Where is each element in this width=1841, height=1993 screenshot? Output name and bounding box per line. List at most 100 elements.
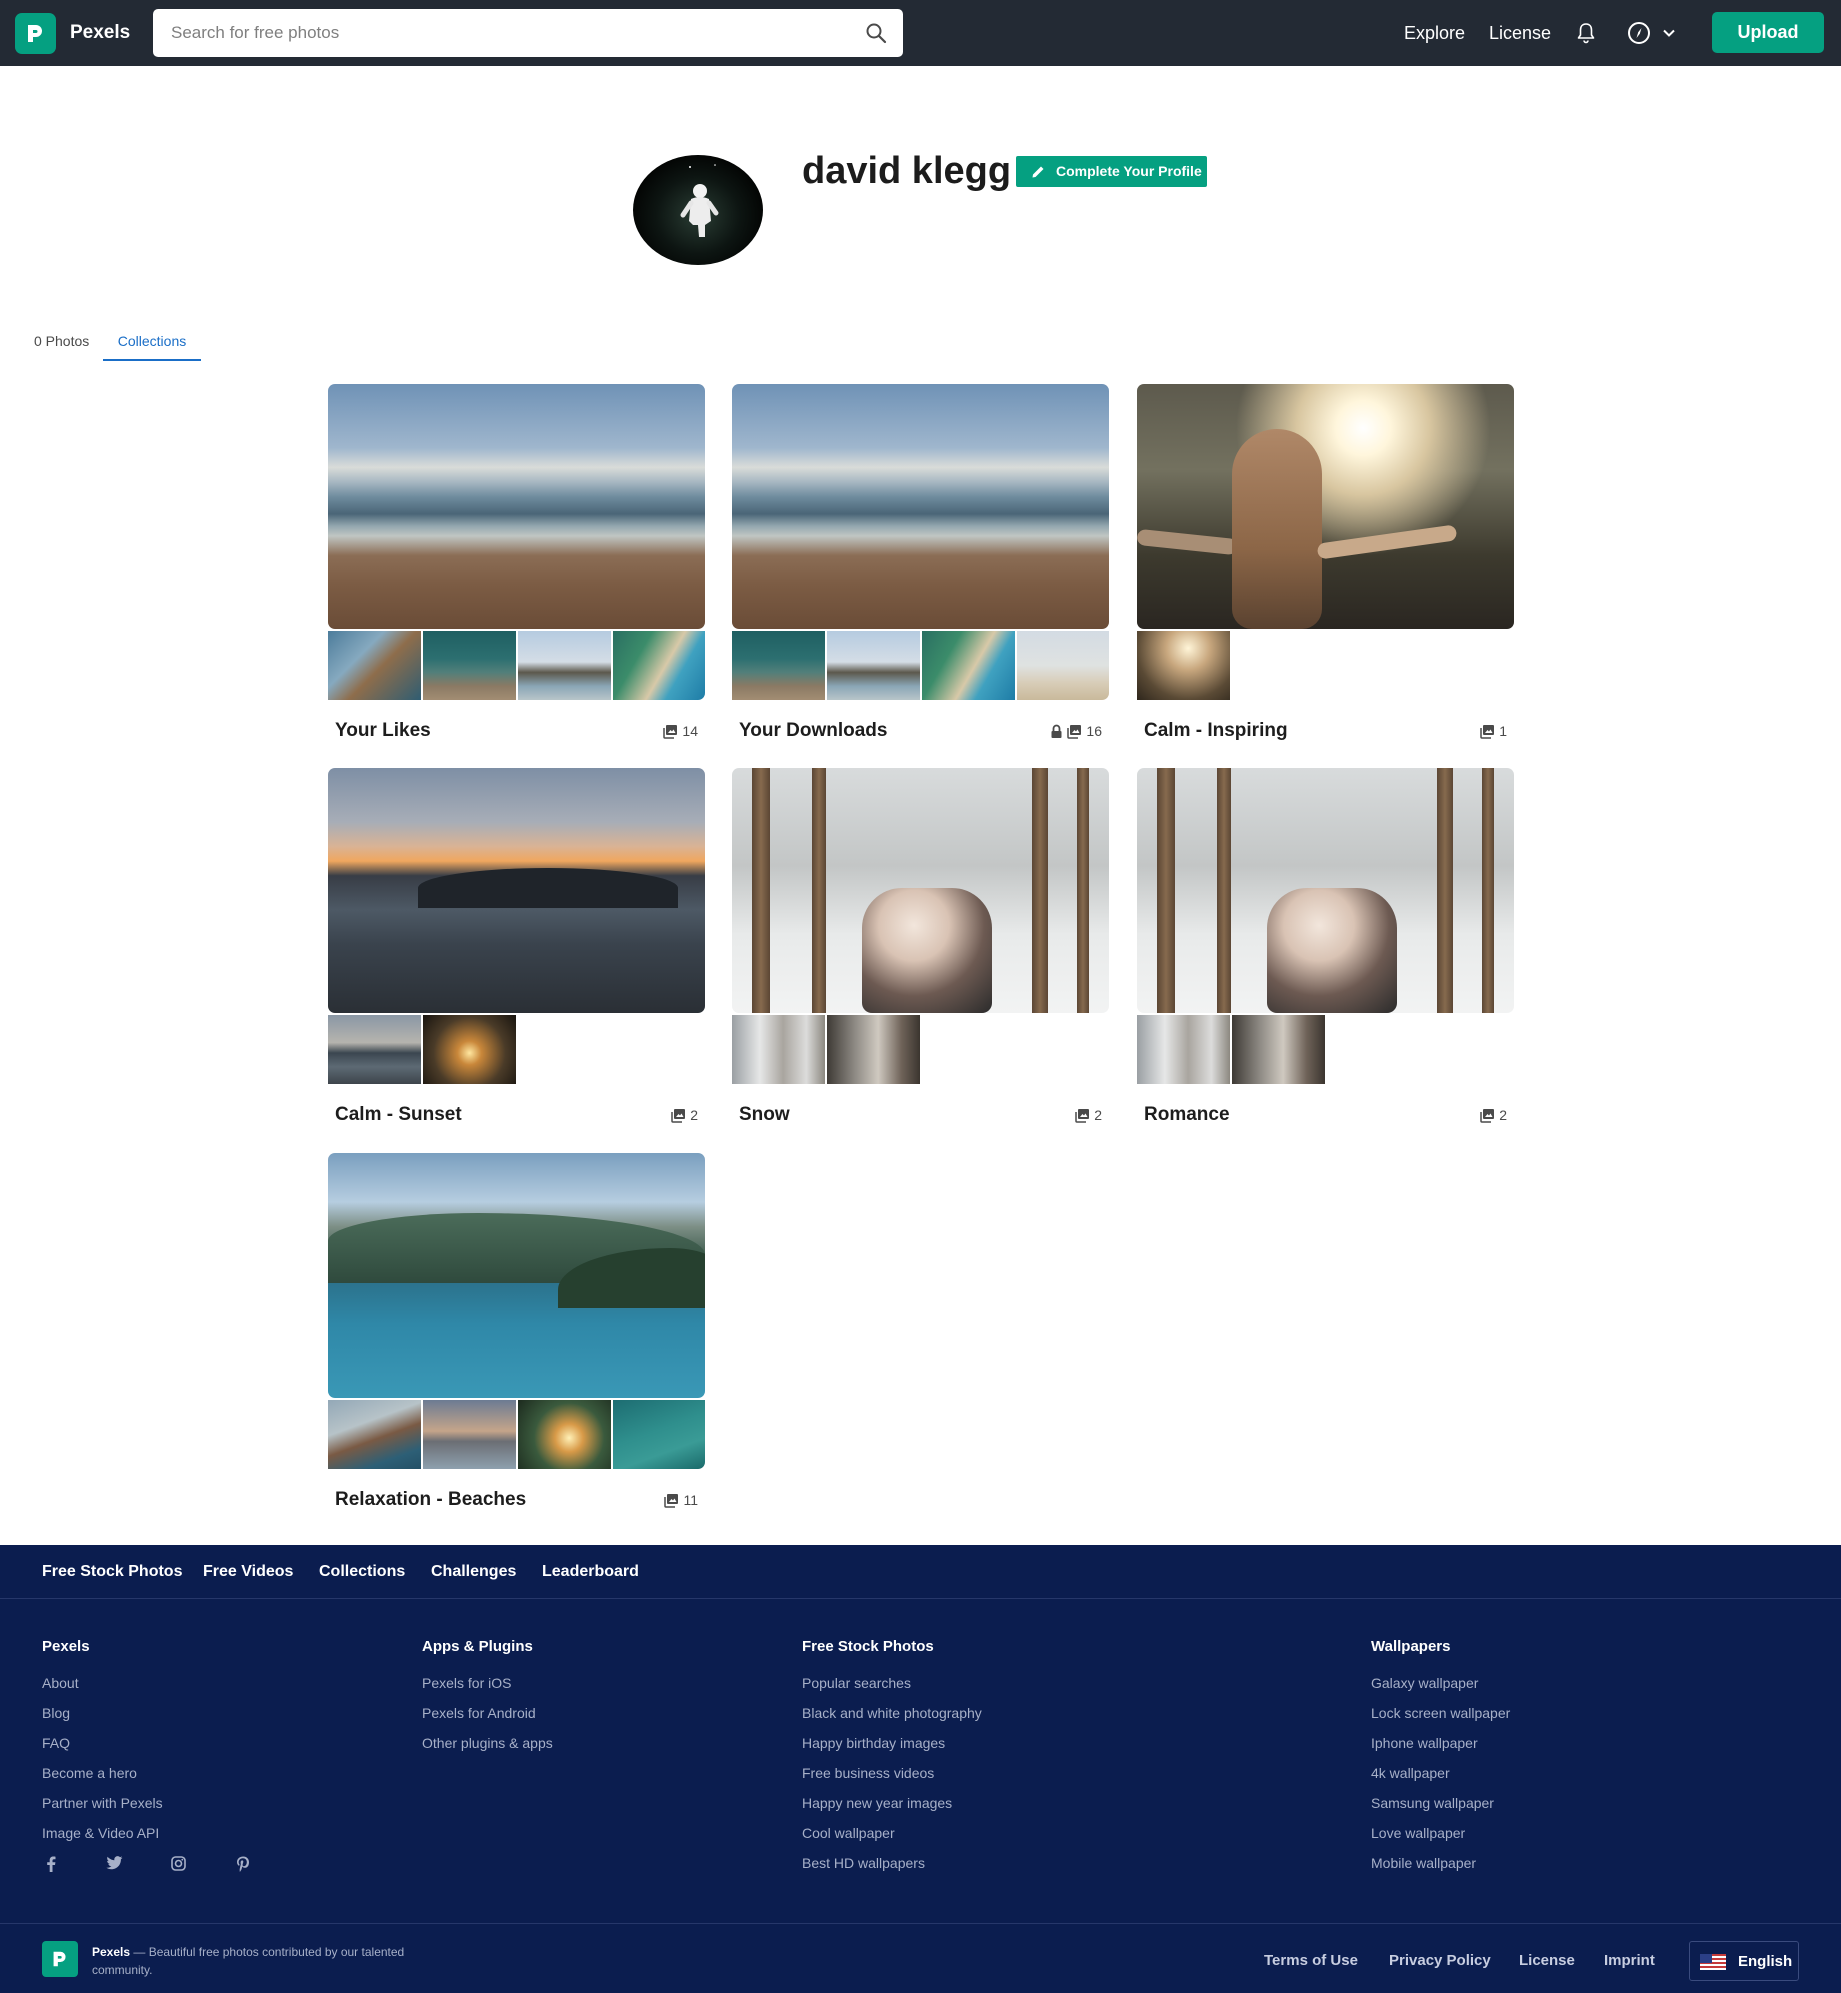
collection-thumbnails [328, 631, 705, 700]
imprint-link[interactable]: Imprint [1604, 1952, 1655, 1969]
collection-thumbnail[interactable] [328, 1400, 421, 1469]
collection-cover-image[interactable] [732, 768, 1109, 1013]
collection-thumbnails [732, 1015, 1109, 1084]
language-label: English [1738, 1953, 1793, 1970]
footer-link[interactable]: Partner with Pexels [42, 1788, 163, 1818]
pinterest-icon[interactable] [236, 1856, 250, 1878]
nav-explore-link[interactable]: Explore [1404, 23, 1465, 44]
footer-link[interactable]: Image & Video API [42, 1818, 163, 1848]
collection-thumbnail[interactable] [328, 1015, 421, 1084]
footer-column-free-stock-photos: Free Stock Photos Popular searches Black… [802, 1638, 982, 1878]
footer-tagline-brand[interactable]: Pexels [92, 1945, 130, 1959]
footer-link[interactable]: About [42, 1668, 163, 1698]
terms-of-use-link[interactable]: Terms of Use [1264, 1952, 1358, 1969]
footer-link[interactable]: Mobile wallpaper [1371, 1848, 1510, 1878]
footer-link[interactable]: Happy birthday images [802, 1728, 982, 1758]
collection-thumbnails [1137, 1015, 1514, 1084]
license-link[interactable]: License [1519, 1952, 1575, 1969]
collection-title[interactable]: Romance [1144, 1104, 1230, 1126]
collection-count: 2 [671, 1107, 698, 1123]
brand-name[interactable]: Pexels [70, 22, 130, 44]
collection-cover-image[interactable] [328, 1153, 705, 1398]
footer-link[interactable]: Lock screen wallpaper [1371, 1698, 1510, 1728]
collection-thumbnail[interactable] [732, 1015, 825, 1084]
search-input[interactable] [153, 9, 843, 57]
footer-nav-leaderboard[interactable]: Leaderboard [542, 1563, 639, 1581]
collection-thumbnail[interactable] [328, 631, 421, 700]
collection-thumbnail[interactable] [1017, 631, 1109, 700]
collection-thumbnail[interactable] [423, 631, 516, 700]
footer-link[interactable]: Black and white photography [802, 1698, 982, 1728]
collection-thumbnail[interactable] [613, 631, 705, 700]
footer-link[interactable]: Blog [42, 1698, 163, 1728]
footer-link[interactable]: Happy new year images [802, 1788, 982, 1818]
collection-title[interactable]: Your Downloads [739, 720, 887, 742]
nav-license-link[interactable]: License [1489, 23, 1551, 44]
collection-thumbnail[interactable] [827, 631, 920, 700]
footer-nav-free-stock-photos[interactable]: Free Stock Photos [42, 1563, 182, 1581]
footer-column-heading: Wallpapers [1371, 1638, 1451, 1655]
footer-link[interactable]: Best HD wallpapers [802, 1848, 982, 1878]
collection-thumbnail[interactable] [518, 631, 611, 700]
photos-icon [1075, 1108, 1090, 1123]
footer-link[interactable]: Pexels for Android [422, 1698, 553, 1728]
collection-thumbnail[interactable] [732, 631, 825, 700]
collection-thumbnail[interactable] [827, 1015, 920, 1084]
complete-profile-button[interactable]: Complete Your Profile [1016, 156, 1207, 187]
footer-link[interactable]: Popular searches [802, 1668, 982, 1698]
footer-link[interactable]: Iphone wallpaper [1371, 1728, 1510, 1758]
collection-cover-image[interactable] [1137, 768, 1514, 1013]
collection-cover-image[interactable] [1137, 384, 1514, 629]
footer-link[interactable]: Become a hero [42, 1758, 163, 1788]
footer-link[interactable]: Pexels for iOS [422, 1668, 553, 1698]
collection-cover-image[interactable] [732, 384, 1109, 629]
search-bar [153, 9, 903, 57]
footer-link[interactable]: 4k wallpaper [1371, 1758, 1510, 1788]
tab-collections[interactable]: Collections [103, 333, 201, 361]
footer-column-pexels: Pexels About Blog FAQ Become a hero Part… [42, 1638, 163, 1848]
footer-nav-challenges[interactable]: Challenges [431, 1563, 516, 1581]
pexels-logo-icon[interactable] [42, 1941, 78, 1977]
search-icon[interactable] [865, 22, 887, 49]
collection-title[interactable]: Your Likes [335, 720, 431, 742]
collection-title[interactable]: Calm - Sunset [335, 1104, 462, 1126]
collection-thumbnail[interactable] [423, 1015, 516, 1084]
footer-link[interactable]: FAQ [42, 1728, 163, 1758]
footer-nav-free-videos[interactable]: Free Videos [203, 1563, 293, 1581]
twitter-icon[interactable] [106, 1856, 123, 1875]
chevron-down-icon[interactable] [1662, 26, 1676, 45]
collection-thumbnail[interactable] [1137, 631, 1230, 700]
language-selector[interactable]: English [1689, 1941, 1799, 1981]
tab-photos[interactable]: 0 Photos [34, 333, 89, 361]
compass-icon[interactable] [1627, 21, 1651, 50]
footer-link[interactable]: Cool wallpaper [802, 1818, 982, 1848]
collection-cover-image[interactable] [328, 384, 705, 629]
footer-link[interactable]: Free business videos [802, 1758, 982, 1788]
pencil-icon [1032, 166, 1044, 178]
collection-thumbnail[interactable] [1232, 1015, 1325, 1084]
collection-thumbnail[interactable] [518, 1400, 611, 1469]
collection-thumbnail[interactable] [922, 631, 1015, 700]
collection-count-value: 2 [1094, 1107, 1102, 1123]
lock-icon [1051, 724, 1062, 738]
footer-link[interactable]: Other plugins & apps [422, 1728, 553, 1758]
collection-title[interactable]: Relaxation - Beaches [335, 1489, 526, 1511]
collection-thumbnail[interactable] [613, 1400, 705, 1469]
collection-thumbnail[interactable] [423, 1400, 516, 1469]
collection-title[interactable]: Snow [739, 1104, 790, 1126]
footer-link[interactable]: Samsung wallpaper [1371, 1788, 1510, 1818]
footer-link[interactable]: Galaxy wallpaper [1371, 1668, 1510, 1698]
instagram-icon[interactable] [171, 1856, 186, 1876]
privacy-policy-link[interactable]: Privacy Policy [1389, 1952, 1491, 1969]
collection-title[interactable]: Calm - Inspiring [1144, 720, 1288, 742]
collection-thumbnail[interactable] [1137, 1015, 1230, 1084]
upload-button[interactable]: Upload [1712, 12, 1824, 53]
facebook-icon[interactable] [45, 1856, 57, 1877]
bell-icon[interactable] [1576, 22, 1596, 49]
footer-link[interactable]: Love wallpaper [1371, 1818, 1510, 1848]
photos-icon [664, 1493, 679, 1508]
collection-cover-image[interactable] [328, 768, 705, 1013]
photos-icon [671, 1108, 686, 1123]
pexels-logo-icon[interactable] [15, 13, 56, 54]
footer-nav-collections[interactable]: Collections [319, 1563, 405, 1581]
